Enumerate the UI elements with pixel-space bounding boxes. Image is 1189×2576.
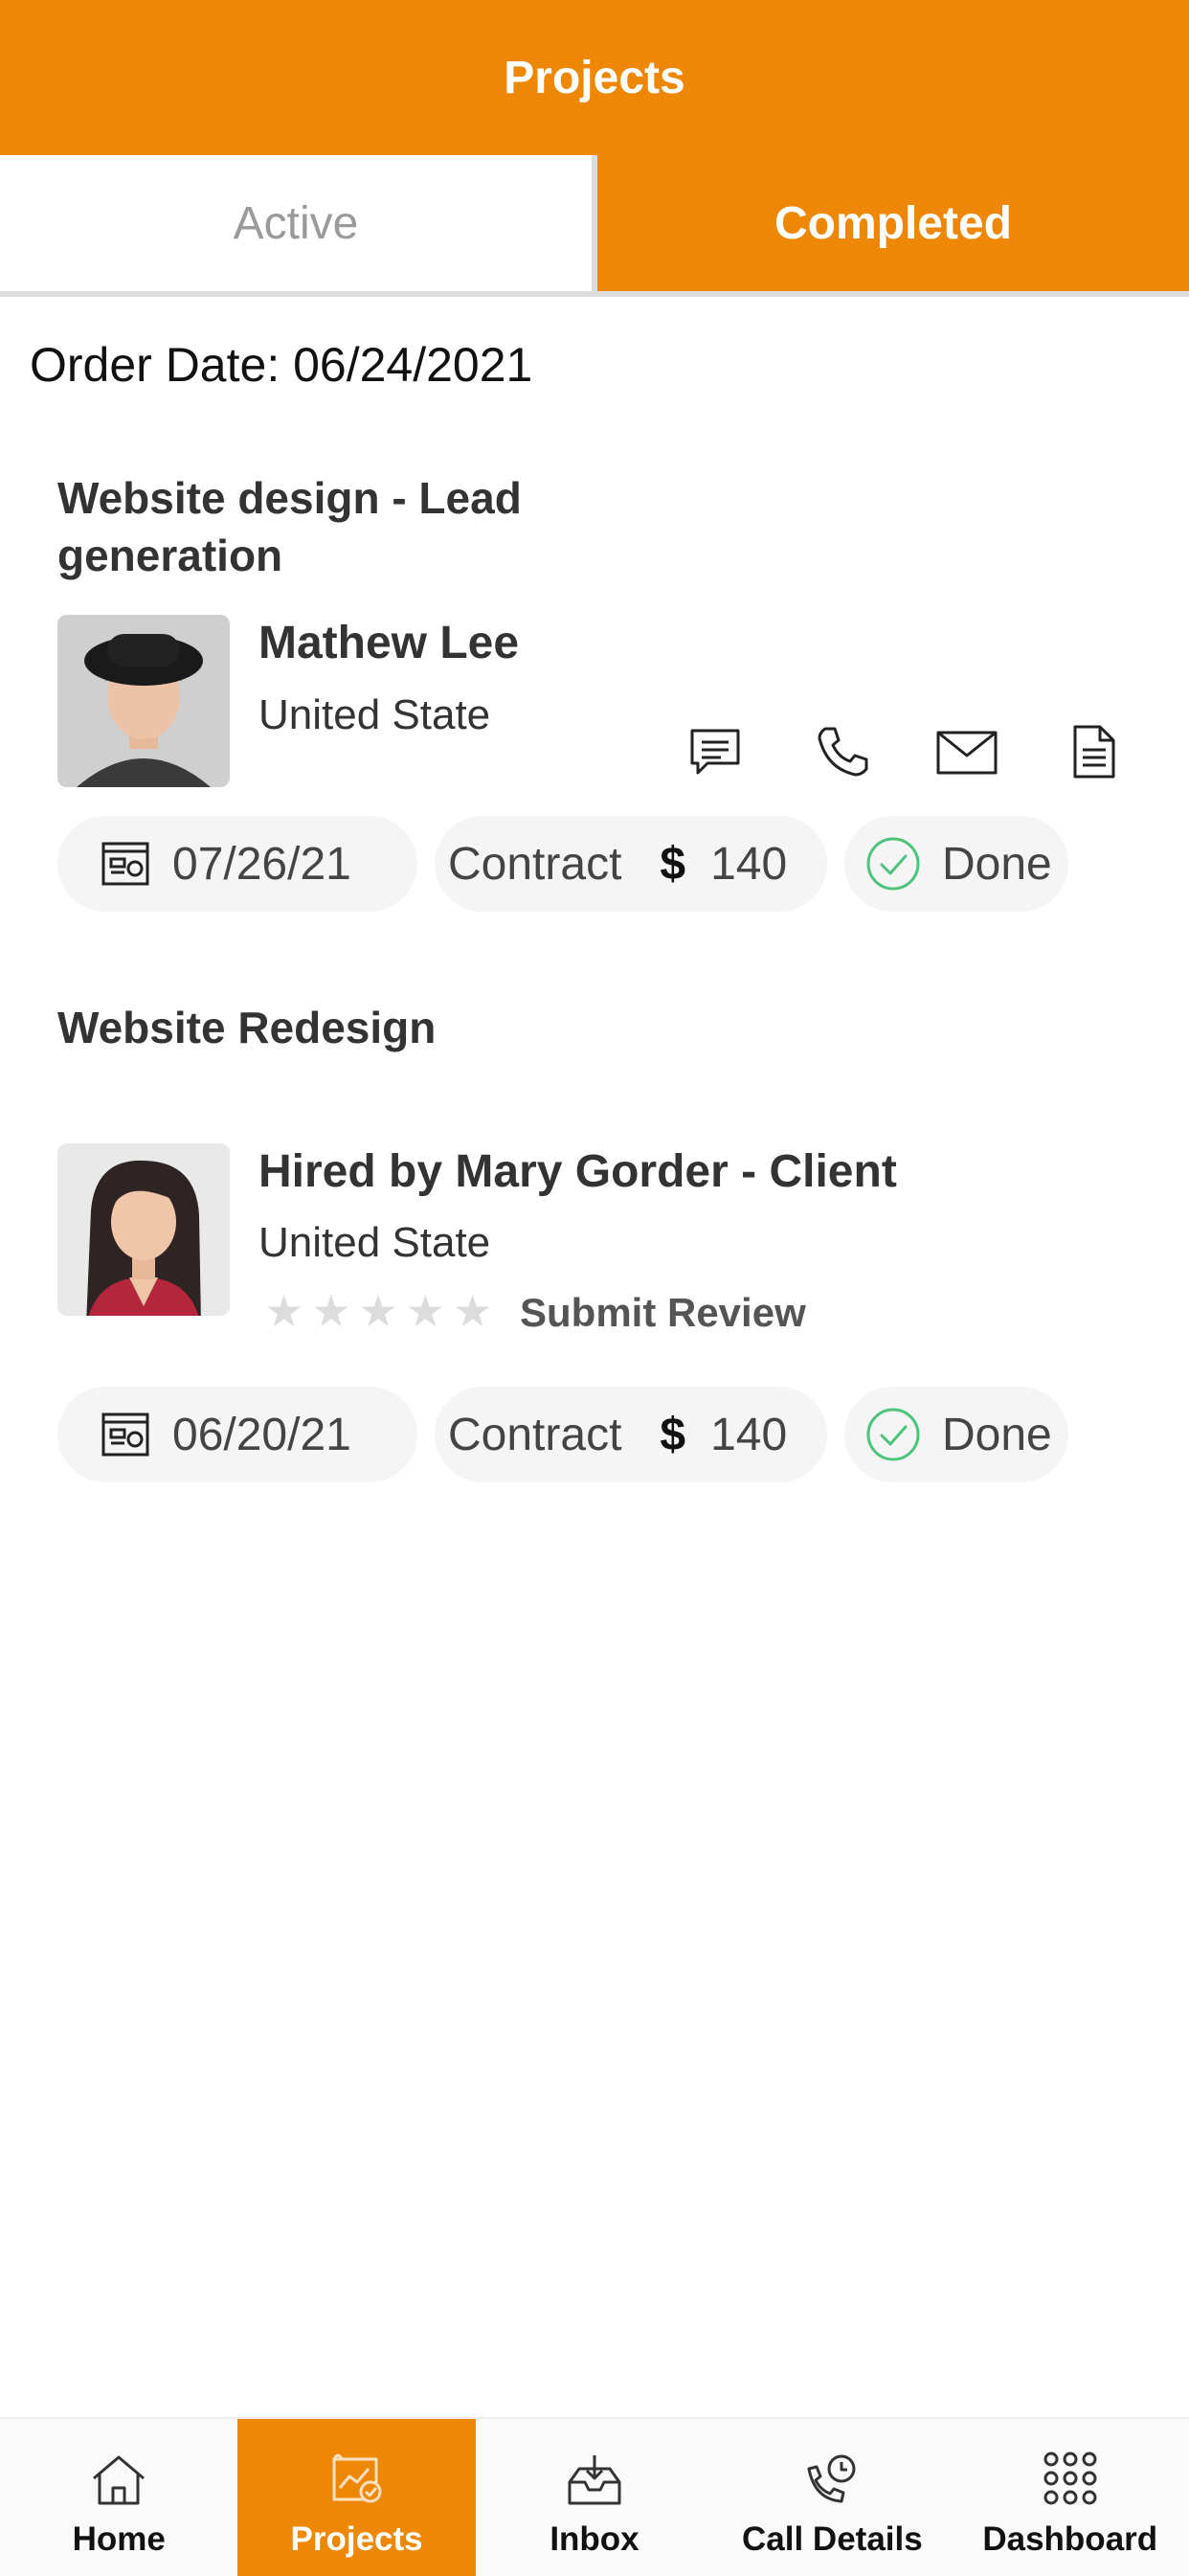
bottom-nav: Home Projects Inbox Call Details Dashboa…: [0, 2417, 1189, 2576]
project-date: 07/26/21: [172, 838, 351, 890]
dollar-icon: $: [660, 838, 686, 890]
avatar[interactable]: [57, 615, 230, 787]
project-title: Website design - Lead generation: [57, 473, 522, 580]
nav-label: Call Details: [742, 2520, 923, 2558]
check-circle-icon: [865, 1407, 921, 1462]
nav-label: Dashboard: [982, 2520, 1158, 2558]
status-text: Done: [942, 838, 1052, 890]
nav-label: Inbox: [550, 2520, 639, 2558]
nav-item-dashboard[interactable]: Dashboard: [952, 2419, 1189, 2576]
rating-stars[interactable]: ★ ★ ★ ★ ★: [264, 1289, 492, 1333]
calendar-icon: [100, 838, 151, 890]
calendar-icon: [100, 1409, 151, 1460]
nav-item-projects[interactable]: Projects: [237, 2419, 476, 2576]
contract-amount: 140: [710, 1409, 788, 1460]
star-icon[interactable]: ★: [264, 1289, 303, 1333]
project-title: Website Redesign: [57, 1003, 437, 1052]
dashboard-grid-icon: [1042, 2450, 1099, 2507]
app-header: Projects: [0, 0, 1189, 155]
date-pill: 06/20/21: [57, 1387, 417, 1482]
nav-item-inbox[interactable]: Inbox: [476, 2419, 713, 2576]
star-icon[interactable]: ★: [359, 1289, 398, 1333]
status-pill: Done: [844, 1387, 1068, 1482]
home-icon: [90, 2453, 147, 2507]
mail-icon[interactable]: [933, 718, 1000, 785]
star-icon[interactable]: ★: [453, 1289, 492, 1333]
inbox-icon: [566, 2453, 623, 2507]
submit-review-link[interactable]: Submit Review: [520, 1290, 806, 1336]
nav-item-home[interactable]: Home: [0, 2419, 237, 2576]
status-pill: Done: [844, 816, 1068, 912]
star-icon[interactable]: ★: [406, 1289, 445, 1333]
contract-pill: Contract $ 140: [435, 816, 827, 912]
status-text: Done: [942, 1409, 1052, 1460]
document-icon[interactable]: [1061, 718, 1128, 785]
order-date: Order Date: 06/24/2021: [30, 338, 533, 392]
project-tabs: Active Completed: [0, 155, 1189, 297]
contract-label: Contract: [448, 838, 622, 890]
star-icon[interactable]: ★: [311, 1289, 350, 1333]
nav-item-call-details[interactable]: Call Details: [713, 2419, 951, 2576]
tab-active[interactable]: Active: [0, 155, 592, 297]
person-name[interactable]: Hired by Mary Gorder - Client: [258, 1145, 897, 1198]
projects-icon: [328, 2450, 386, 2507]
dollar-icon: $: [660, 1409, 686, 1460]
person-name[interactable]: Mathew Lee: [258, 617, 519, 669]
contract-amount: 140: [710, 838, 788, 890]
page-title: Projects: [504, 52, 685, 103]
check-circle-icon: [865, 836, 921, 892]
call-details-icon: [803, 2453, 861, 2507]
tab-completed[interactable]: Completed: [592, 155, 1189, 297]
date-pill: 07/26/21: [57, 816, 417, 912]
contract-pill: Contract $ 140: [435, 1387, 827, 1482]
nav-label: Home: [72, 2520, 166, 2558]
nav-label: Projects: [290, 2520, 423, 2558]
phone-icon[interactable]: [809, 718, 876, 785]
person-location: United State: [258, 1219, 491, 1266]
message-icon[interactable]: [682, 718, 749, 785]
avatar[interactable]: [57, 1143, 230, 1316]
project-date: 06/20/21: [172, 1409, 351, 1460]
contract-label: Contract: [448, 1409, 622, 1460]
person-location: United State: [258, 691, 491, 738]
